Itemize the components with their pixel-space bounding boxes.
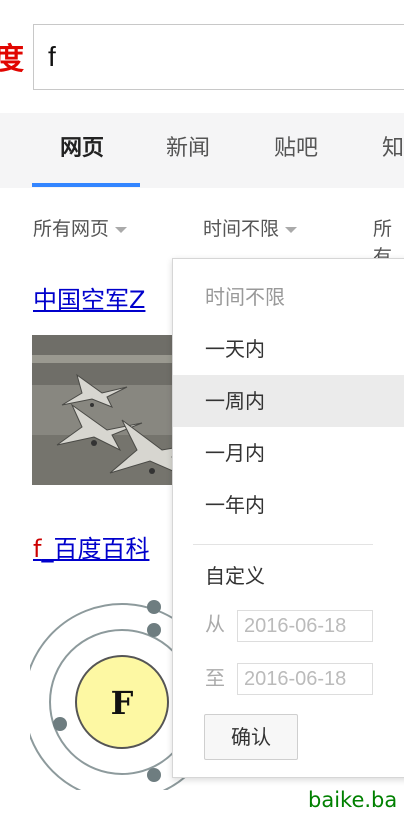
tab-web[interactable]: 网页 <box>60 133 104 165</box>
dropdown-item-past-month[interactable]: 一月内 <box>173 427 404 479</box>
element-symbol: F <box>111 684 134 722</box>
dropdown-divider <box>193 544 373 545</box>
from-date-input[interactable]: 2016-06-18 <box>237 610 373 642</box>
filter-time[interactable]: 时间不限 <box>203 215 298 243</box>
tab-news[interactable]: 新闻 <box>166 133 210 165</box>
time-filter-dropdown: 时间不限 一天内 一周内 一月内 一年内 自定义 从 2016-06-18 至 … <box>172 258 404 778</box>
active-tab-indicator <box>32 183 140 187</box>
caret-down-icon <box>115 226 128 233</box>
title-rest: _百度百科 <box>41 535 150 563</box>
to-label: 至 <box>205 666 225 690</box>
from-label: 从 <box>205 612 225 636</box>
tabs-bar: 网页 新闻 贴吧 知 <box>0 113 404 188</box>
filter-label: 所有网页 <box>33 218 110 240</box>
filter-all-pages[interactable]: 所有网页 <box>33 215 128 243</box>
confirm-button[interactable]: 确认 <box>204 714 298 760</box>
dropdown-item-past-year[interactable]: 一年内 <box>173 479 404 531</box>
filter-label: 时间不限 <box>203 218 280 240</box>
tab-zhidao[interactable]: 知 <box>382 133 404 165</box>
result-title-link[interactable]: f_百度百科 <box>33 532 149 566</box>
search-input[interactable]: f <box>33 24 404 90</box>
caret-down-icon <box>285 226 298 233</box>
dropdown-item-any-time[interactable]: 时间不限 <box>173 271 404 323</box>
baidu-logo[interactable]: 度 <box>0 40 24 80</box>
tab-tieba[interactable]: 贴吧 <box>274 133 318 165</box>
to-date-input[interactable]: 2016-06-18 <box>237 663 373 695</box>
custom-range-heading: 自定义 <box>205 564 265 588</box>
result-title-link[interactable]: 中国空军Z <box>33 283 145 317</box>
dropdown-item-past-day[interactable]: 一天内 <box>173 323 404 375</box>
result-url: baike.ba <box>308 788 398 812</box>
dropdown-item-past-week[interactable]: 一周内 <box>173 375 404 427</box>
